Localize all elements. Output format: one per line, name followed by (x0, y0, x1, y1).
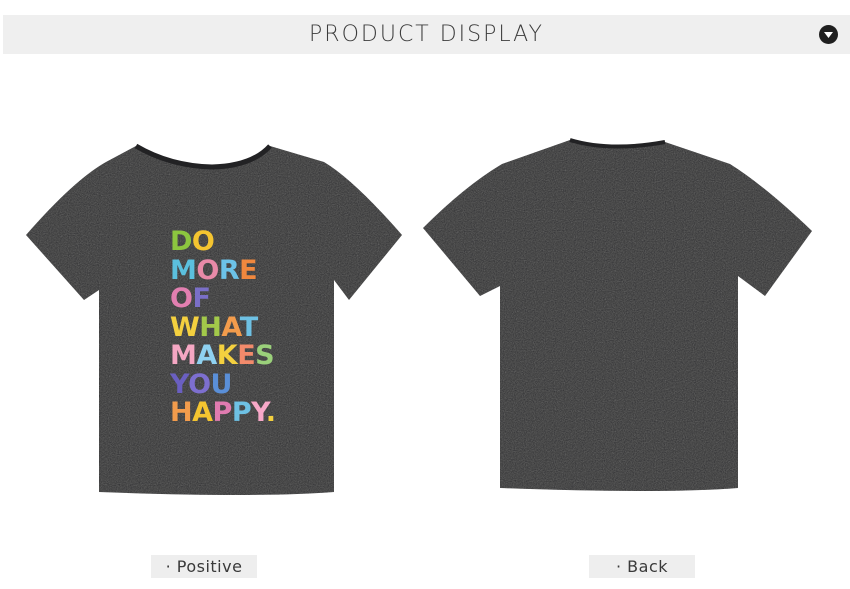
slogan-line: YOU (170, 368, 232, 400)
slogan-line: HAPPY. (170, 397, 276, 428)
slogan-line: DO (170, 226, 215, 257)
product-display-header: PRODUCT DISPLAY (3, 15, 850, 54)
slogan-line: OF (170, 283, 211, 314)
collapse-toggle-button[interactable] (819, 25, 838, 44)
label-back: · Back (589, 555, 695, 578)
slogan-line: MAKES (170, 340, 275, 371)
slogan-line: MORE (170, 254, 258, 286)
tshirt-back-image (423, 138, 812, 491)
label-positive: · Positive (151, 555, 257, 578)
slogan-line: WHAT (170, 311, 258, 343)
tshirt-slogan: DO MORE OF WHAT MAKES YOU HAPPY. (170, 226, 290, 428)
chevron-down-icon (824, 32, 833, 38)
page-title: PRODUCT DISPLAY (309, 22, 544, 47)
